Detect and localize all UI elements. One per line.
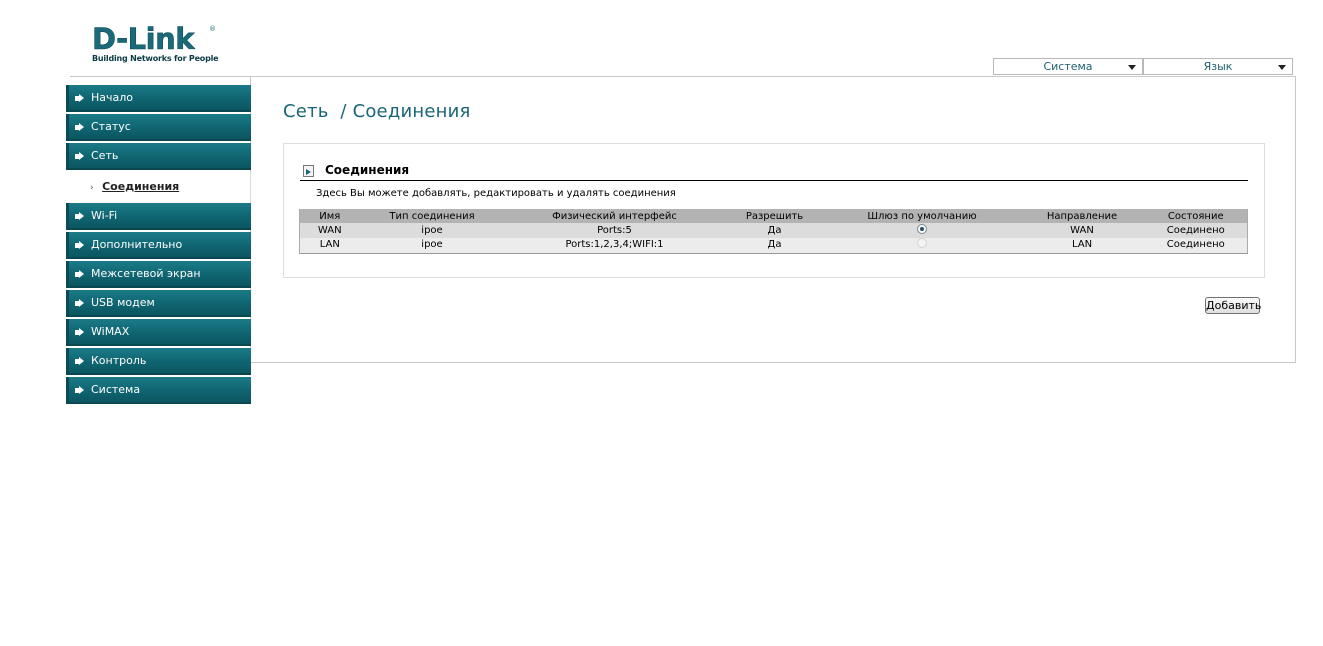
sidebar-item-usb-modem[interactable]: USB модем: [66, 290, 251, 317]
arrow-right-icon: [75, 152, 85, 161]
content-frame-right: [1295, 76, 1296, 363]
page-title: Сеть / Соединения: [283, 101, 471, 122]
sidebar-item-wifi[interactable]: Wi-Fi: [66, 203, 251, 230]
column-header-interface: Физический интерфейс: [504, 209, 725, 223]
sidebar-item-label: Система: [91, 383, 141, 396]
content-frame-top: [70, 76, 1296, 77]
logo-text: D-Link: [92, 22, 195, 56]
column-header-status: Состояние: [1144, 209, 1248, 223]
table-row-wan[interactable]: WAN ipoe Ports:5 Да WAN Соединено: [299, 223, 1248, 238]
sidebar-item-start[interactable]: Начало: [66, 85, 251, 112]
sidebar-submenu-connections: › Соединения: [66, 172, 251, 203]
cell-type: ipoe: [359, 223, 505, 238]
column-header-name: Имя: [299, 209, 360, 223]
sidebar-item-firewall[interactable]: Межсетевой экран: [66, 261, 251, 288]
arrow-right-icon: [75, 328, 85, 337]
column-header-direction: Направление: [1019, 209, 1145, 223]
language-dropdown-label: Язык: [1203, 60, 1233, 73]
chevron-down-icon: [1278, 65, 1286, 70]
sidebar-item-label: Статус: [91, 120, 131, 133]
arrow-right-icon: [75, 299, 85, 308]
system-dropdown-label: Система: [1043, 60, 1093, 73]
cell-status: Соединено: [1144, 238, 1248, 254]
sidebar-item-label: Wi-Fi: [91, 209, 118, 222]
column-header-enabled: Разрешить: [724, 209, 825, 223]
sidebar-item-label: WiMAX: [91, 325, 130, 338]
system-dropdown[interactable]: Система: [993, 58, 1143, 75]
submenu-bullet-icon: ›: [90, 183, 94, 193]
section-header: Соединения: [300, 162, 1248, 181]
arrow-right-icon: [75, 357, 85, 366]
cell-type: ipoe: [359, 238, 505, 254]
cell-name: LAN: [299, 238, 360, 254]
dlink-logo: D-Link ® Building Networks for People: [92, 24, 222, 66]
cell-enabled: Да: [724, 238, 825, 254]
section-title: Соединения: [325, 163, 410, 177]
sidebar-item-label: Межсетевой экран: [91, 267, 201, 280]
arrow-right-icon: [75, 270, 85, 279]
cell-direction: WAN: [1019, 223, 1145, 238]
logo-tagline: Building Networks for People: [92, 54, 219, 63]
sidebar-item-control[interactable]: Контроль: [66, 348, 251, 375]
submenu-link-connections[interactable]: Соединения: [102, 180, 179, 193]
connections-table: Имя Тип соединения Физический интерфейс …: [299, 209, 1248, 254]
sidebar-item-advanced[interactable]: Дополнительно: [66, 232, 251, 259]
arrow-right-icon: [75, 123, 85, 132]
logo-registered-mark: ®: [209, 25, 216, 33]
sidebar-item-label: USB модем: [91, 296, 155, 309]
content-frame-bottom: [250, 362, 1296, 363]
add-connection-button[interactable]: Добавить: [1205, 297, 1261, 314]
table-row-lan[interactable]: LAN ipoe Ports:1,2,3,4;WIFI:1 Да LAN Сое…: [299, 238, 1248, 254]
language-dropdown[interactable]: Язык: [1143, 58, 1293, 75]
sidebar-item-system[interactable]: Система: [66, 377, 251, 404]
table-header-row: Имя Тип соединения Физический интерфейс …: [299, 209, 1248, 223]
arrow-right-icon: [75, 212, 85, 221]
sidebar-item-label: Контроль: [91, 354, 147, 367]
sidebar-item-status[interactable]: Статус: [66, 114, 251, 141]
sidebar-item-network[interactable]: Сеть: [66, 143, 251, 170]
section-arrow-icon: [303, 165, 314, 177]
sidebar-item-wimax[interactable]: WiMAX: [66, 319, 251, 346]
cell-interface: Ports:5: [504, 223, 725, 238]
column-header-gateway: Шлюз по умолчанию: [824, 209, 1020, 223]
cell-interface: Ports:1,2,3,4;WIFI:1: [504, 238, 725, 254]
cell-direction: LAN: [1019, 238, 1145, 254]
sidebar-item-label: Дополнительно: [91, 238, 183, 251]
sidebar-item-label: Сеть: [91, 149, 119, 162]
sidebar-menu: Начало Статус Сеть › Соединения Wi-Fi До…: [66, 85, 251, 406]
section-description: Здесь Вы можете добавлять, редактировать…: [316, 188, 676, 199]
cell-enabled: Да: [724, 223, 825, 238]
cell-gateway: [824, 223, 1020, 238]
default-gateway-radio-wan[interactable]: [917, 223, 927, 234]
default-gateway-radio-lan[interactable]: [917, 238, 927, 249]
cell-gateway: [824, 238, 1020, 254]
arrow-right-icon: [75, 94, 85, 103]
arrow-right-icon: [75, 386, 85, 395]
arrow-right-icon: [75, 241, 85, 250]
column-header-type: Тип соединения: [359, 209, 505, 223]
sidebar-item-label: Начало: [91, 91, 134, 104]
chevron-down-icon: [1128, 65, 1136, 70]
cell-status: Соединено: [1144, 223, 1248, 238]
cell-name: WAN: [299, 223, 360, 238]
